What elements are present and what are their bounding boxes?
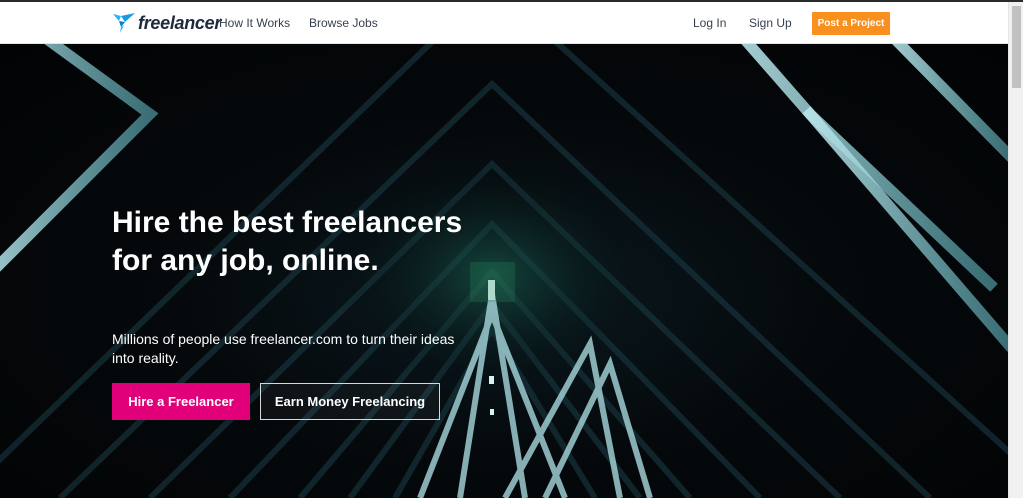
top-navbar: freelancer How It Works Browse Jobs Log … xyxy=(0,2,1008,44)
nav-link-log-in[interactable]: Log In xyxy=(693,16,726,30)
earn-money-button[interactable]: Earn Money Freelancing xyxy=(260,383,440,420)
scrollbar-thumb[interactable] xyxy=(1012,6,1021,88)
brand-name: freelancer xyxy=(138,12,222,33)
freelancer-bird-logo-icon xyxy=(113,13,135,33)
brand-logo[interactable]: freelancer xyxy=(113,11,221,35)
hero-title: Hire the best freelancers for any job, o… xyxy=(112,206,463,277)
page: freelancer How It Works Browse Jobs Log … xyxy=(0,0,1023,498)
hero-section: Hire the best freelancers for any job, o… xyxy=(0,44,1008,498)
nav-link-how-it-works[interactable]: How It Works xyxy=(219,16,290,30)
page-scrollbar[interactable] xyxy=(1008,2,1023,498)
hero-subtitle: Millions of people use freelancer.com to… xyxy=(112,331,455,366)
hire-freelancer-button[interactable]: Hire a Freelancer xyxy=(112,383,250,420)
nav-link-sign-up[interactable]: Sign Up xyxy=(749,16,792,30)
post-project-button[interactable]: Post a Project xyxy=(812,12,890,35)
nav-link-browse-jobs[interactable]: Browse Jobs xyxy=(309,16,378,30)
